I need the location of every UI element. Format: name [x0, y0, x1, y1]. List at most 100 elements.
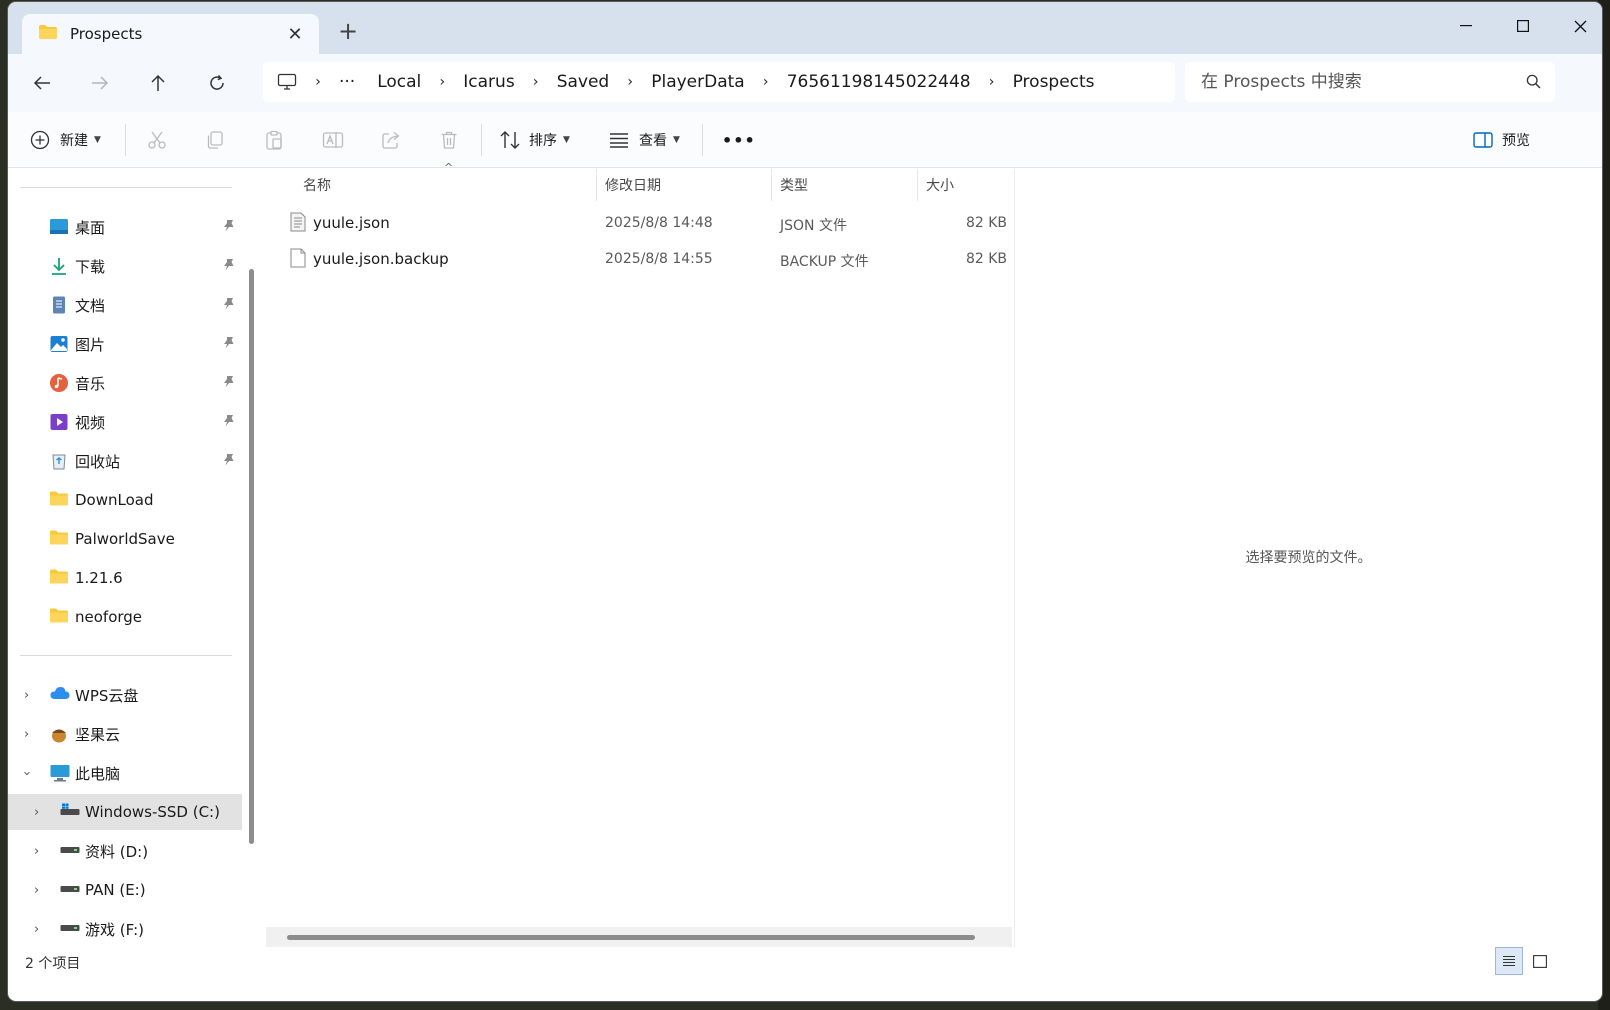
- sidebar-item-music[interactable]: 音乐: [8, 365, 242, 401]
- copy-button[interactable]: [205, 122, 225, 158]
- sidebar-item-label: PAN (E:): [85, 881, 146, 899]
- chevron-right-icon[interactable]: ›: [34, 805, 39, 820]
- sort-button[interactable]: 排序 ▼: [499, 122, 570, 158]
- share-icon: [382, 131, 400, 149]
- search-box[interactable]: [1185, 62, 1555, 102]
- chevron-right-icon[interactable]: ›: [34, 883, 39, 898]
- chevron-right-icon[interactable]: ›: [24, 688, 29, 703]
- view-button[interactable]: 查看 ▼: [608, 122, 680, 158]
- breadcrumb-separator[interactable]: ›: [297, 74, 339, 90]
- sidebar-item-palworldsave[interactable]: PalworldSave: [8, 521, 242, 557]
- chevron-right-icon[interactable]: ›: [34, 922, 39, 937]
- monitor-icon[interactable]: [277, 73, 297, 91]
- sidebar-item-desktop[interactable]: 桌面: [8, 209, 242, 245]
- new-tab-button[interactable]: +: [338, 19, 358, 43]
- sidebar-item-downloads[interactable]: 下载: [8, 248, 242, 284]
- pin-icon[interactable]: [222, 297, 236, 315]
- close-window-button[interactable]: [1552, 8, 1602, 44]
- preview-pane-button[interactable]: 预览: [1473, 122, 1530, 158]
- column-header-label: 大小: [926, 178, 954, 194]
- sidebar-item-documents[interactable]: 文档: [8, 287, 242, 323]
- pin-icon[interactable]: [222, 453, 236, 471]
- maximize-button[interactable]: [1495, 8, 1551, 44]
- breadcrumb-separator[interactable]: ›: [609, 74, 651, 90]
- forward-button[interactable]: [82, 68, 118, 98]
- sidebar-item-drive-d[interactable]: › 资料 (D:): [8, 833, 242, 869]
- pin-icon[interactable]: [222, 336, 236, 354]
- breadcrumb-steam-id[interactable]: 76561198145022448: [787, 72, 971, 92]
- paste-button[interactable]: [264, 122, 284, 158]
- sidebar-item-label: 此电脑: [75, 764, 121, 783]
- breadcrumb-separator[interactable]: ›: [515, 74, 557, 90]
- file-row-yuule-json-backup[interactable]: yuule.json.backup 2025/8/8 14:55 BACKUP …: [286, 242, 1011, 276]
- pin-icon[interactable]: [222, 219, 236, 237]
- column-header-type[interactable]: 类型: [780, 169, 916, 201]
- sidebar-item-drive-c[interactable]: › Windows-SSD (C:): [8, 794, 242, 830]
- file-row-yuule-json[interactable]: yuule.json 2025/8/8 14:48 JSON 文件 82 KB: [286, 206, 1011, 240]
- sidebar-scrollbar[interactable]: [249, 269, 254, 844]
- sidebar-item-videos[interactable]: 视频: [8, 404, 242, 440]
- sidebar-item-this-pc[interactable]: › 此电脑: [8, 755, 242, 791]
- sidebar-item-drive-f[interactable]: › 游戏 (F:): [8, 911, 242, 947]
- folder-icon: [50, 569, 68, 587]
- column-divider[interactable]: [771, 169, 772, 201]
- tab-prospects[interactable]: Prospects ✕: [22, 14, 319, 54]
- minimize-button[interactable]: [1438, 8, 1494, 44]
- column-header-size[interactable]: 大小: [926, 169, 1006, 201]
- more-options-button[interactable]: •••: [722, 122, 756, 158]
- horizontal-scrollbar[interactable]: [266, 927, 1012, 947]
- large-icons-view-button[interactable]: [1526, 947, 1554, 975]
- breadcrumb-separator[interactable]: ›: [745, 74, 787, 90]
- share-button[interactable]: [381, 122, 401, 158]
- sidebar-item-download-folder[interactable]: DownLoad: [8, 482, 242, 518]
- column-header-date-modified[interactable]: 修改日期: [605, 169, 770, 201]
- sidebar-item-pictures[interactable]: 图片: [8, 326, 242, 362]
- pin-icon[interactable]: [222, 414, 236, 432]
- breadcrumb-prospects[interactable]: Prospects: [1013, 72, 1095, 92]
- refresh-button[interactable]: [199, 68, 235, 98]
- delete-button[interactable]: [439, 122, 459, 158]
- sidebar-item-label: 游戏 (F:): [85, 920, 144, 939]
- breadcrumb-saved[interactable]: Saved: [557, 72, 610, 92]
- horizontal-scrollbar-thumb[interactable]: [287, 935, 975, 940]
- chevron-right-icon[interactable]: ›: [24, 727, 29, 742]
- title-bar: Prospects ✕ +: [8, 2, 1602, 54]
- rename-button[interactable]: [322, 122, 344, 158]
- up-button[interactable]: [140, 68, 176, 98]
- search-icon[interactable]: [1526, 74, 1541, 93]
- search-input[interactable]: [1201, 72, 1511, 92]
- column-divider[interactable]: [917, 169, 918, 201]
- pin-icon[interactable]: [222, 375, 236, 393]
- details-view-button[interactable]: [1495, 947, 1523, 975]
- column-divider[interactable]: [596, 169, 597, 201]
- breadcrumb-local[interactable]: Local: [377, 72, 421, 92]
- chevron-right-icon[interactable]: ›: [34, 844, 39, 859]
- sidebar-item-drive-e[interactable]: › PAN (E:): [8, 872, 242, 908]
- pin-icon[interactable]: [222, 258, 236, 276]
- sidebar-item-label: DownLoad: [75, 491, 154, 509]
- details-view-icon: [1503, 955, 1515, 967]
- cut-button[interactable]: [147, 122, 167, 158]
- sidebar-item-wps-cloud[interactable]: › WPS云盘: [8, 677, 242, 713]
- blank-file-icon: [290, 248, 306, 272]
- preview-empty-message: 选择要预览的文件。: [1245, 550, 1372, 566]
- sidebar-divider: [20, 655, 232, 656]
- chevron-down-icon[interactable]: ›: [19, 770, 34, 775]
- breadcrumb-icarus[interactable]: Icarus: [463, 72, 514, 92]
- sidebar-item-jianguoyun[interactable]: › 坚果云: [8, 716, 242, 752]
- folder-icon: [38, 24, 58, 44]
- back-button[interactable]: [24, 68, 60, 98]
- address-bar[interactable]: › ··· Local › Icarus › Saved › PlayerDat…: [263, 62, 1175, 102]
- windows-drive-icon: [60, 803, 80, 821]
- new-button[interactable]: 新建 ▼: [30, 122, 101, 158]
- sidebar-item-1-21-6[interactable]: 1.21.6: [8, 560, 242, 596]
- tab-close-icon[interactable]: ✕: [279, 24, 311, 45]
- breadcrumb-separator[interactable]: ›: [971, 74, 1013, 90]
- breadcrumb-overflow[interactable]: ···: [339, 72, 355, 92]
- sidebar-item-recycle-bin[interactable]: 回收站: [8, 443, 242, 479]
- breadcrumb-playerdata[interactable]: PlayerData: [651, 72, 745, 92]
- breadcrumb-separator[interactable]: ›: [421, 74, 463, 90]
- column-header-name[interactable]: 名称 ^: [303, 161, 593, 201]
- preview-pane: 选择要预览的文件。: [1014, 169, 1602, 947]
- sidebar-item-neoforge[interactable]: neoforge: [8, 599, 242, 635]
